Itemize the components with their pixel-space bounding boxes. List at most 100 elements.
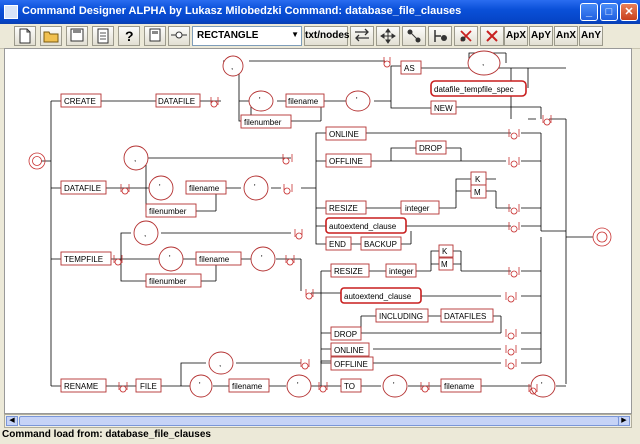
node-offline-1: OFFLINE — [325, 153, 372, 168]
node-resize-2: RESIZE — [330, 263, 370, 278]
node-label: integer — [405, 204, 430, 213]
node-filenumber-3: filenumber — [145, 273, 202, 288]
node-filename-1: filename — [285, 93, 325, 108]
scroll-right-icon[interactable]: ▶ — [618, 416, 630, 426]
node-comma-1: , — [222, 55, 244, 77]
node-including: INCLUDING — [375, 308, 429, 323]
scroll-left-icon[interactable]: ◀ — [6, 416, 18, 426]
node-label: RENAME — [64, 382, 98, 391]
node-quote-3: ' — [148, 175, 174, 201]
node-add-icon — [434, 30, 447, 42]
shape-select[interactable]: RECTANGLE ▼ — [192, 26, 302, 46]
scrollbar-thumb[interactable] — [19, 416, 619, 426]
node-label: filenumber — [244, 118, 282, 127]
app-icon — [4, 5, 18, 19]
close-button[interactable]: ✕ — [620, 3, 638, 21]
node-label: filename — [288, 97, 319, 106]
node-resize-1: RESIZE — [325, 200, 367, 215]
node-label: autoextend_clause — [344, 292, 412, 301]
node-label: , — [144, 229, 146, 238]
node-link-button[interactable] — [402, 26, 426, 46]
node-quote-8: ' — [286, 374, 312, 398]
node-as: AS — [400, 60, 422, 75]
node-to: TO — [340, 378, 362, 393]
shape-select-value: RECTANGLE — [197, 30, 259, 41]
node-end: END — [325, 236, 352, 251]
node-label: , — [482, 58, 484, 67]
node-tempfile: TEMPFILE — [60, 251, 112, 266]
node-add-button[interactable] — [428, 26, 452, 46]
delete-icon — [486, 30, 498, 42]
window-title: Command Designer ALPHA by Lukasz Milobed… — [22, 5, 462, 17]
save-as-icon — [149, 28, 161, 42]
delete-button[interactable] — [480, 26, 504, 46]
node-label: M — [474, 188, 481, 197]
node-label: TO — [344, 382, 355, 391]
node-quote-4: ' — [243, 175, 269, 201]
node-label: DROP — [419, 144, 442, 153]
node-label: , — [134, 154, 136, 163]
node-label: autoextend_clause — [329, 222, 397, 231]
save-as-button[interactable] — [144, 26, 166, 46]
move-button[interactable] — [376, 26, 400, 46]
any-button[interactable]: AnY — [579, 26, 603, 46]
node-label: K — [442, 247, 448, 256]
swap-button[interactable] — [350, 26, 374, 46]
apx-button[interactable]: ApX — [504, 26, 528, 46]
node-label: RESIZE — [334, 267, 363, 276]
document-button[interactable] — [92, 26, 114, 46]
document-icon — [97, 28, 109, 44]
new-file-button[interactable] — [14, 26, 36, 46]
move-icon — [380, 28, 396, 44]
node-label: BACKUP — [364, 240, 397, 249]
maximize-button[interactable]: □ — [600, 3, 618, 21]
node-label: RESIZE — [329, 204, 358, 213]
node-label: DATAFILE — [64, 184, 101, 193]
apy-button[interactable]: ApY — [529, 26, 553, 46]
node-label: OFFLINE — [329, 157, 363, 166]
anx-button[interactable]: AnX — [554, 26, 578, 46]
node-label: DATAFILE — [158, 97, 195, 106]
status-message: Command load from: database_file_clauses — [2, 429, 211, 440]
node-label: filenumber — [149, 277, 187, 286]
node-datafile-alt: DATAFILE — [60, 180, 107, 195]
node-comma-5: , — [208, 351, 234, 375]
node-quote-9: ' — [382, 374, 408, 398]
horizontal-scrollbar[interactable]: ◀ ▶ — [4, 414, 632, 428]
node-label: FILE — [140, 382, 157, 391]
node-label: M — [441, 260, 448, 269]
txt-nodes-button[interactable]: txt/nodes — [304, 26, 349, 46]
open-folder-icon — [43, 31, 59, 43]
diagram-canvas[interactable]: CREATE DATAFILE filename filenumber AS d… — [4, 48, 632, 414]
node-k-1: K — [470, 171, 487, 186]
node-offline-2: OFFLINE — [330, 356, 374, 371]
node-comma-3: , — [123, 145, 149, 171]
node-delete-button[interactable] — [454, 26, 478, 46]
end-terminal — [592, 227, 612, 247]
minimize-button[interactable]: _ — [580, 3, 598, 21]
node-quote-2: ' — [345, 90, 371, 112]
node-datafile-tempfile-spec: datafile_tempfile_spec — [430, 80, 527, 97]
connector-button[interactable] — [168, 26, 190, 46]
node-label: NEW — [434, 104, 453, 113]
node-m-1: M — [470, 184, 487, 199]
node-quote-1: ' — [248, 90, 274, 112]
help-button[interactable]: ? — [118, 26, 140, 46]
node-label: filenumber — [149, 207, 187, 216]
node-integer-2: integer — [385, 263, 417, 278]
node-filename-5: filename — [440, 378, 482, 393]
save-button[interactable] — [66, 26, 88, 46]
node-datafiles: DATAFILES — [440, 308, 494, 323]
node-label: filename — [232, 382, 263, 391]
node-new: NEW — [430, 100, 457, 115]
node-drop-1: DROP — [415, 140, 447, 155]
node-drop-2: DROP — [330, 326, 362, 341]
open-button[interactable] — [40, 26, 62, 46]
node-label: OFFLINE — [334, 360, 368, 369]
syntax-diagram: CREATE DATAFILE filename filenumber AS d… — [28, 50, 612, 398]
node-label: , — [219, 359, 221, 368]
node-label: ONLINE — [329, 130, 359, 139]
node-label: ONLINE — [334, 346, 364, 355]
swap-icon — [355, 28, 369, 42]
node-m-2: M — [438, 257, 454, 271]
